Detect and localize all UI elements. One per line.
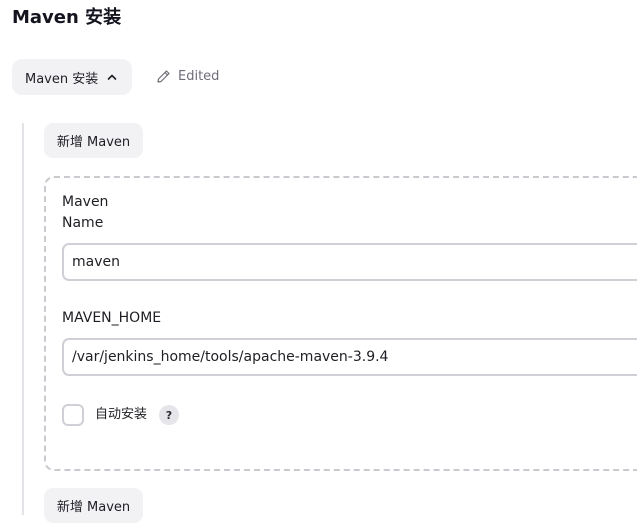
auto-install-label[interactable]: 自动安装: [95, 405, 147, 425]
section-divider-line: [22, 123, 24, 515]
auto-install-checkbox[interactable]: [62, 404, 84, 426]
edited-indicator: Edited: [156, 66, 219, 86]
add-maven-button-bottom[interactable]: 新增 Maven: [44, 488, 143, 523]
maven-name-value: maven: [72, 254, 120, 270]
maven-home-value: /var/jenkins_home/tools/apache-maven-3.9…: [72, 349, 389, 365]
toggle-label: Maven 安装: [25, 71, 99, 87]
help-icon[interactable]: ?: [159, 405, 179, 425]
name-label-line2: Name: [62, 215, 104, 231]
name-label-line1: Maven: [62, 194, 109, 210]
pencil-icon: [156, 69, 171, 84]
add-maven-button-top[interactable]: 新增 Maven: [44, 123, 143, 158]
chevron-up-icon: [106, 71, 118, 83]
maven-home-label: MAVEN_HOME: [62, 310, 162, 326]
section-title: Maven 安装: [12, 7, 122, 28]
maven-installations-toggle-button[interactable]: Maven 安装: [12, 59, 132, 95]
maven-home-input[interactable]: /var/jenkins_home/tools/apache-maven-3.9…: [62, 338, 637, 376]
edited-label: Edited: [178, 68, 220, 84]
maven-name-input[interactable]: maven: [62, 243, 637, 281]
